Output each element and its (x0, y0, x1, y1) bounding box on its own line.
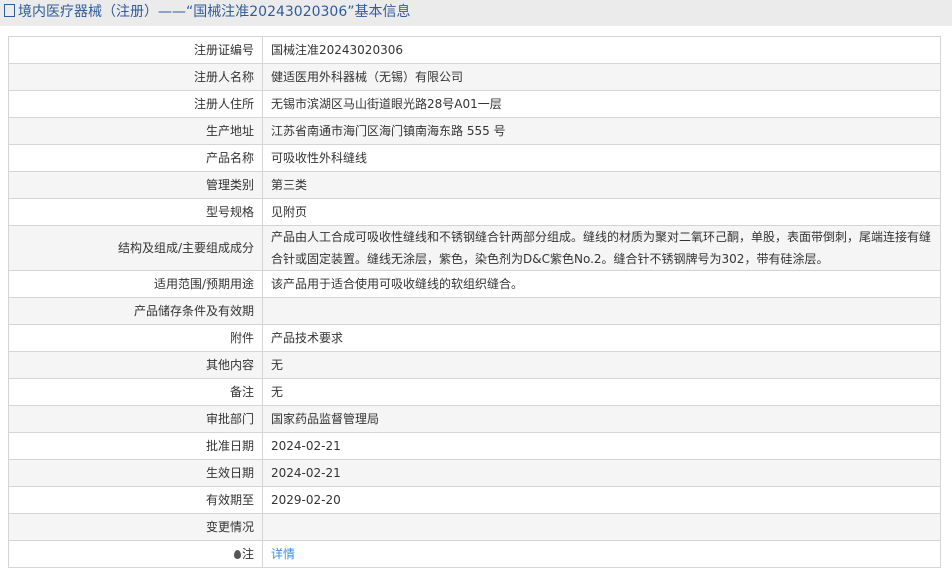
row-value: 无 (262, 378, 941, 406)
row-value-text: 产品由人工合成可吸收性缝线和不锈钢缝合针两部分组成。缝线的材质为聚对二氧环己酮，… (271, 230, 932, 266)
table-row: 注册人住所 无锡市滨湖区马山街道眼光路28号A01一层 (8, 90, 941, 118)
row-label: 注 (8, 540, 263, 568)
row-label-text: 注 (241, 547, 254, 561)
row-label-text: 注册证编号 (193, 43, 254, 57)
table-row: 附件 产品技术要求 (8, 324, 941, 352)
page-header: 境内医疗器械（注册）——“国械注准20243020306”基本信息 (0, 0, 952, 26)
document-icon (4, 4, 15, 17)
table-row: 产品储存条件及有效期 (8, 297, 941, 325)
table-row: 生效日期 2024-02-21 (8, 459, 941, 487)
table-row: 备注 无 (8, 378, 941, 406)
row-value-text: 健适医用外科器械（无锡）有限公司 (271, 70, 464, 84)
row-value: 健适医用外科器械（无锡）有限公司 (262, 63, 941, 91)
row-value-text: 无 (271, 358, 284, 372)
info-table: 注册证编号 国械注准20243020306 注册人名称 健适医用外科器械（无锡）有限公… (8, 36, 941, 568)
row-label: 型号规格 (8, 198, 263, 226)
row-value-text: 无 (271, 385, 284, 399)
row-value: 详情 (262, 540, 941, 568)
row-label-text: 备注 (229, 385, 254, 399)
row-label-text: 结构及组成/主要组成成分 (117, 241, 254, 255)
table-row: 注册人名称 健适医用外科器械（无锡）有限公司 (8, 63, 941, 91)
row-label: 变更情况 (8, 513, 263, 541)
row-label-text: 产品储存条件及有效期 (133, 304, 254, 318)
row-value: 江苏省南通市海门区海门镇南海东路 555 号 (262, 117, 941, 145)
row-value-text: 江苏省南通市海门区海门镇南海东路 555 号 (271, 124, 506, 138)
table-row: 生产地址 江苏省南通市海门区海门镇南海东路 555 号 (8, 117, 941, 145)
row-label: 有效期至 (8, 486, 263, 514)
table-row: 产品名称 可吸收性外科缝线 (8, 144, 941, 172)
row-label: 审批部门 (8, 405, 263, 433)
row-label: 生产地址 (8, 117, 263, 145)
row-value-text: 该产品用于适合使用可吸收缝线的软组织缝合。 (271, 277, 524, 291)
row-value: 可吸收性外科缝线 (262, 144, 941, 172)
table-row: 注册证编号 国械注准20243020306 (8, 36, 941, 64)
row-label: 结构及组成/主要组成成分 (8, 225, 263, 271)
row-value (262, 513, 941, 541)
row-label-text: 附件 (229, 331, 254, 345)
row-label-text: 产品名称 (205, 151, 254, 165)
row-value-text: 国家药品监督管理局 (271, 412, 380, 426)
pin-icon (233, 550, 241, 559)
row-value: 无锡市滨湖区马山街道眼光路28号A01一层 (262, 90, 941, 118)
row-value-text: 无锡市滨湖区马山街道眼光路28号A01一层 (271, 97, 502, 111)
row-label: 备注 (8, 378, 263, 406)
row-value: 国家药品监督管理局 (262, 405, 941, 433)
row-value-text: 第三类 (271, 178, 308, 192)
row-value: 2024-02-21 (262, 459, 941, 487)
row-label: 注册人住所 (8, 90, 263, 118)
row-value-text: 可吸收性外科缝线 (271, 151, 368, 165)
row-label-text: 批准日期 (205, 439, 254, 453)
table-row: 其他内容 无 (8, 351, 941, 379)
table-row: 变更情况 (8, 513, 941, 541)
table-row: 批准日期 2024-02-21 (8, 432, 941, 460)
row-value-text: 2029-02-20 (271, 493, 341, 507)
row-value: 无 (262, 351, 941, 379)
row-label: 其他内容 (8, 351, 263, 379)
row-label-text: 其他内容 (205, 358, 254, 372)
row-label-text: 生效日期 (205, 466, 254, 480)
row-label-text: 型号规格 (205, 205, 254, 219)
row-value: 2024-02-21 (262, 432, 941, 460)
table-row: 注 详情 (8, 540, 941, 568)
row-value-text: 2024-02-21 (271, 439, 341, 453)
row-label-text: 注册人住所 (193, 97, 254, 111)
row-label: 附件 (8, 324, 263, 352)
row-value: 产品由人工合成可吸收性缝线和不锈钢缝合针两部分组成。缝线的材质为聚对二氧环己酮，… (262, 225, 941, 271)
row-label-text: 管理类别 (205, 178, 254, 192)
row-label: 注册人名称 (8, 63, 263, 91)
row-value: 2029-02-20 (262, 486, 941, 514)
row-value-text: 见附页 (271, 205, 308, 219)
row-value: 产品技术要求 (262, 324, 941, 352)
table-row: 适用范围/预期用途 该产品用于适合使用可吸收缝线的软组织缝合。 (8, 270, 941, 298)
row-value: 第三类 (262, 171, 941, 199)
row-label: 产品储存条件及有效期 (8, 297, 263, 325)
row-value-text: 2024-02-21 (271, 466, 341, 480)
row-label-text: 有效期至 (205, 493, 254, 507)
table-row: 结构及组成/主要组成成分 产品由人工合成可吸收性缝线和不锈钢缝合针两部分组成。缝线… (8, 225, 941, 271)
table-row: 型号规格 见附页 (8, 198, 941, 226)
row-value: 该产品用于适合使用可吸收缝线的软组织缝合。 (262, 270, 941, 298)
table-row: 管理类别 第三类 (8, 171, 941, 199)
row-value-text: 国械注准20243020306 (271, 43, 403, 57)
row-label-text: 审批部门 (205, 412, 254, 426)
row-label: 批准日期 (8, 432, 263, 460)
row-label-text: 适用范围/预期用途 (153, 277, 254, 291)
row-label-text: 注册人名称 (193, 70, 254, 84)
details-link[interactable]: 详情 (271, 547, 295, 561)
row-value: 国械注准20243020306 (262, 36, 941, 64)
row-label: 注册证编号 (8, 36, 263, 64)
row-value (262, 297, 941, 325)
row-value: 见附页 (262, 198, 941, 226)
row-label: 管理类别 (8, 171, 263, 199)
row-label-text: 变更情况 (205, 520, 254, 534)
table-row: 有效期至 2029-02-20 (8, 486, 941, 514)
row-label: 产品名称 (8, 144, 263, 172)
row-label: 适用范围/预期用途 (8, 270, 263, 298)
table-row: 审批部门 国家药品监督管理局 (8, 405, 941, 433)
row-label: 生效日期 (8, 459, 263, 487)
page-title: 境内医疗器械（注册）——“国械注准20243020306”基本信息 (18, 4, 411, 20)
row-label-text: 生产地址 (205, 124, 254, 138)
row-value-text: 产品技术要求 (271, 331, 344, 345)
